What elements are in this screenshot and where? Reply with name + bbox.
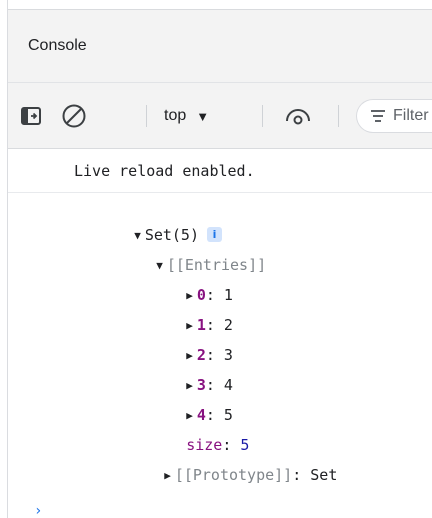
log-text: Live reload enabled. [74, 162, 255, 180]
prototype-value: Set [310, 466, 338, 484]
collapsed-triangle-icon: ▶ [164, 469, 171, 482]
console-message: Live reload enabled. [8, 149, 432, 193]
prototype-node[interactable]: ▶ [[Prototype]]: Set [110, 445, 337, 506]
toolbar-separator [338, 105, 339, 127]
prototype-colon: : [292, 466, 311, 484]
devtools-window: Console top ▼ Filter Live reload enabled… [0, 0, 432, 518]
toolbar-separator [262, 105, 263, 127]
filter-input[interactable]: Filter [356, 99, 432, 133]
console-output: Live reload enabled. ▼ Set(5) i ▼ [[Entries… [8, 149, 432, 518]
filter-icon [371, 110, 385, 122]
panel-title[interactable]: Console [28, 37, 87, 55]
console-prompt-icon[interactable]: › [34, 503, 42, 518]
sidebar-toggle-icon[interactable] [20, 105, 42, 127]
left-border [0, 0, 8, 518]
clear-console-icon[interactable] [60, 102, 88, 130]
prototype-label: [[Prototype]] [174, 466, 293, 484]
panel-header: Console [8, 10, 432, 83]
context-label: top [164, 107, 187, 124]
filter-placeholder: Filter [393, 107, 429, 124]
top-strip [8, 0, 432, 10]
context-selector[interactable]: top ▼ [164, 101, 209, 131]
console-toolbar: top ▼ Filter [8, 83, 432, 149]
dropdown-arrow-icon: ▼ [196, 108, 210, 124]
toolbar-separator [146, 105, 147, 127]
live-expression-icon[interactable] [284, 105, 312, 127]
